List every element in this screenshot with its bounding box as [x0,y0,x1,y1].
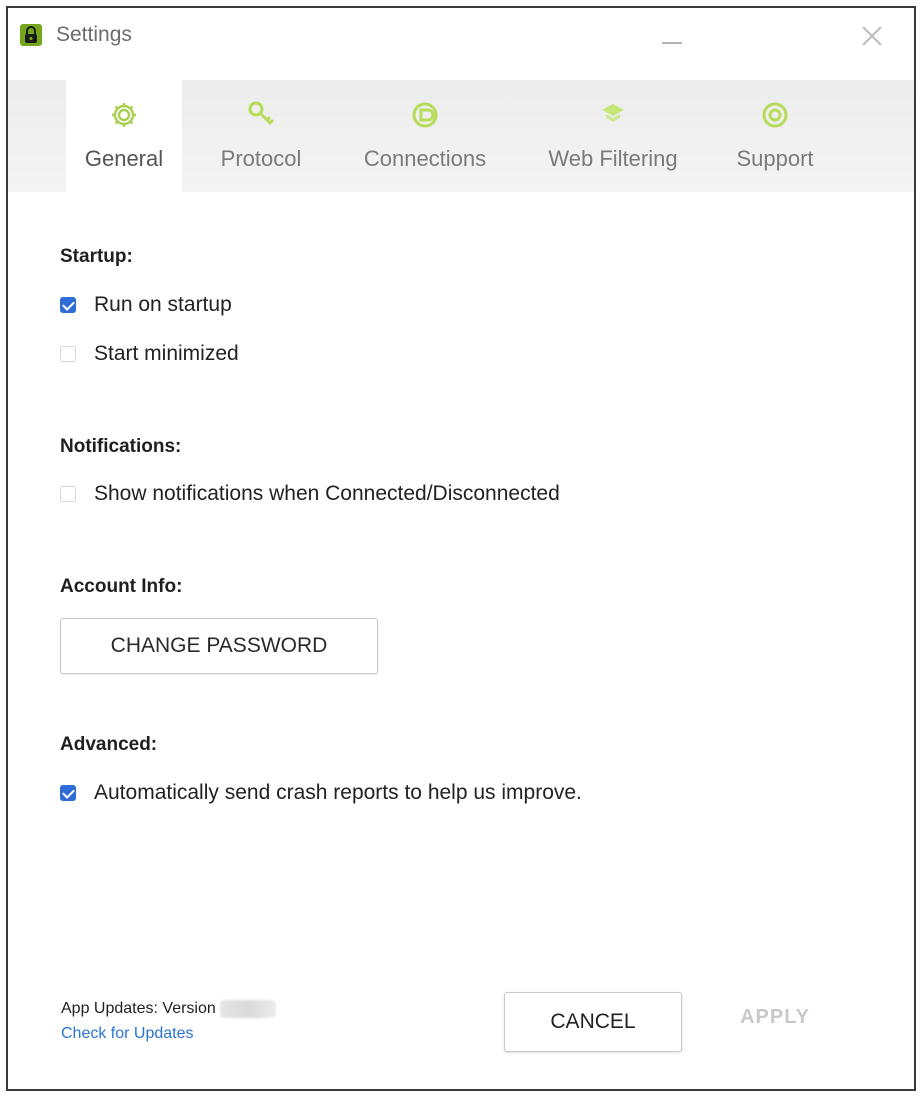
tab-protocol-label: Protocol [220,146,302,171]
show-notifications-checkbox[interactable] [60,486,76,502]
close-icon [862,26,882,46]
apply-button[interactable]: APPLY [720,1006,830,1038]
tab-protocol[interactable]: Protocol [202,80,320,192]
settings-window: Settings General Protocol Connections We… [6,6,916,1091]
tab-support-label: Support [736,146,814,171]
connections-icon [412,102,438,128]
key-icon [248,101,275,126]
crash-reports-option[interactable]: Automatically send crash reports to help… [60,779,582,807]
tab-connections-label: Connections [363,146,487,171]
notifications-heading: Notifications: [60,436,182,457]
lock-icon [20,24,42,46]
start-minimized-option[interactable]: Start minimized [60,340,239,368]
show-notifications-option[interactable]: Show notifications when Connected/Discon… [60,480,560,508]
tab-connections[interactable]: Connections [354,80,496,192]
title-bar: Settings [8,8,914,60]
tab-general[interactable]: General [66,80,182,198]
show-notifications-label: Show notifications when Connected/Discon… [94,482,560,505]
tab-support[interactable]: Support [720,80,830,192]
start-minimized-checkbox[interactable] [60,346,76,362]
account-info-heading: Account Info: [60,576,183,597]
run-on-startup-checkbox[interactable] [60,297,76,313]
cancel-button[interactable]: CANCEL [504,992,682,1052]
minimize-button[interactable] [650,16,694,56]
change-password-button[interactable]: CHANGE PASSWORD [60,618,378,674]
advanced-heading: Advanced: [60,734,158,755]
start-minimized-label: Start minimized [94,342,239,365]
version-number-redacted [219,1000,276,1018]
run-on-startup-option[interactable]: Run on startup [60,291,232,319]
tab-strip: General Protocol Connections Web Filteri… [8,80,914,198]
tab-web-filtering[interactable]: Web Filtering [534,80,692,192]
support-icon [762,102,788,128]
tab-general-label: General [84,146,164,171]
run-on-startup-label: Run on startup [94,293,232,316]
check-for-updates-link[interactable]: Check for Updates [61,1025,194,1043]
gear-icon [112,103,136,127]
app-updates-label: App Updates: Version [61,1000,216,1018]
filter-icon [602,104,624,122]
app-updates-text: App Updates: Version [61,1000,276,1018]
close-button[interactable] [850,16,894,56]
startup-heading: Startup: [60,246,133,267]
window-title: Settings [56,23,132,46]
crash-reports-label: Automatically send crash reports to help… [94,781,582,804]
crash-reports-checkbox[interactable] [60,785,76,801]
tab-web-filtering-label: Web Filtering [548,146,678,171]
